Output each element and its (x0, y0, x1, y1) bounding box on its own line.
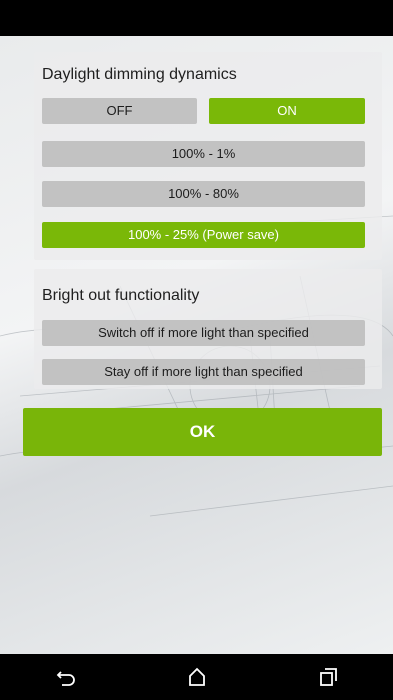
stay-off-button[interactable]: Stay off if more light than specified (42, 359, 365, 385)
back-icon[interactable] (46, 657, 86, 697)
dimming-panel: Daylight dimming dynamics OFF ON 100% - … (34, 52, 382, 260)
bright-out-title: Bright out functionality (42, 287, 200, 304)
on-button[interactable]: ON (209, 98, 365, 124)
dimming-option-2[interactable]: 100% - 80% (42, 181, 365, 207)
recents-icon[interactable] (308, 657, 348, 697)
navigation-bar (0, 654, 393, 700)
bright-out-panel: Bright out functionality Switch off if m… (34, 269, 382, 389)
switch-off-button[interactable]: Switch off if more light than specified (42, 320, 365, 346)
ok-button[interactable]: OK (23, 408, 382, 456)
dimming-option-3[interactable]: 100% - 25% (Power save) (42, 222, 365, 248)
off-button[interactable]: OFF (42, 98, 197, 124)
dimming-option-1[interactable]: 100% - 1% (42, 141, 365, 167)
dimming-title: Daylight dimming dynamics (42, 66, 237, 83)
status-bar (0, 0, 393, 36)
home-icon[interactable] (177, 657, 217, 697)
